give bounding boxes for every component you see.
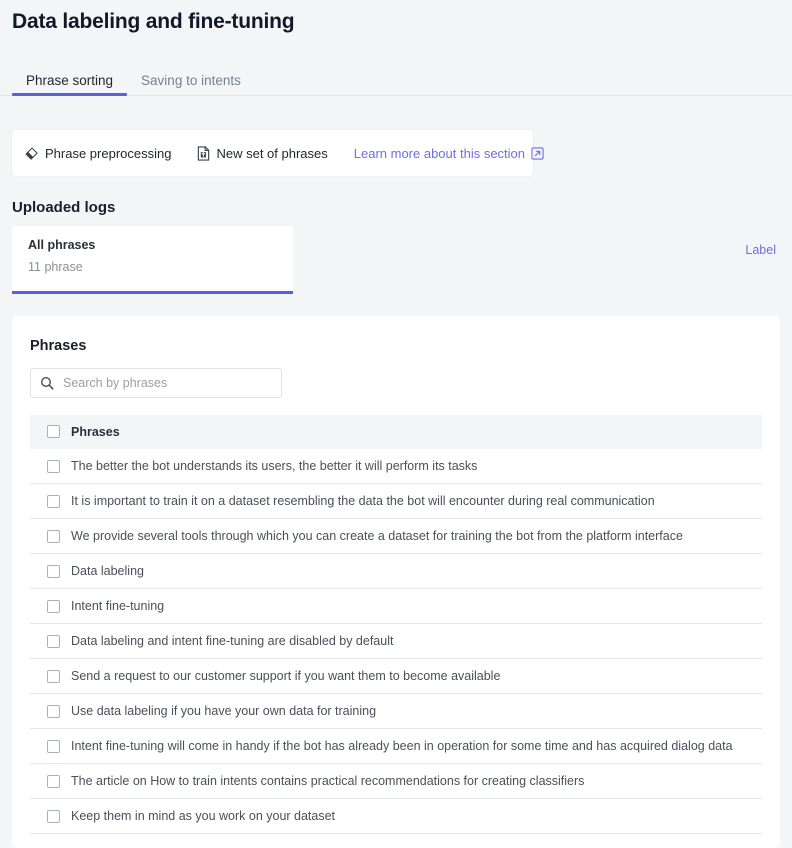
row-checkbox[interactable] — [47, 599, 60, 613]
actions-toolbar: Phrase preprocessing New set of phrases … — [12, 130, 544, 176]
phrase-text: We provide several tools through which y… — [71, 529, 683, 543]
table-row[interactable]: Data labeling and intent fine-tuning are… — [30, 624, 762, 659]
app-root: Data labeling and fine-tuning Phrase sor… — [0, 0, 792, 848]
phrase-text: Data labeling — [71, 564, 144, 578]
row-checkbox[interactable] — [47, 739, 60, 753]
table-row[interactable]: Intent fine-tuning will come in handy if… — [30, 729, 762, 764]
row-checkbox[interactable] — [47, 809, 60, 823]
log-card-count: 11 phrase — [28, 260, 83, 274]
row-checkbox[interactable] — [47, 459, 60, 473]
row-checkbox[interactable] — [47, 669, 60, 683]
phrase-text: Data labeling and intent fine-tuning are… — [71, 634, 394, 648]
phrase-preprocessing-button[interactable]: Phrase preprocessing — [24, 146, 171, 161]
table-row[interactable]: It is important to train it on a dataset… — [30, 484, 762, 519]
row-checkbox[interactable] — [47, 529, 60, 543]
table-row[interactable]: Data labeling — [30, 554, 762, 589]
search-icon — [40, 376, 54, 390]
table-header-row: Phrases — [30, 415, 762, 449]
uploaded-log-card[interactable]: All phrases 11 phrase — [12, 226, 293, 294]
phrases-table: Phrases The better the bot understands i… — [30, 415, 762, 834]
eraser-icon — [24, 146, 39, 161]
phrase-preprocessing-label: Phrase preprocessing — [45, 145, 172, 161]
external-link-icon — [531, 146, 544, 160]
new-set-of-phrases-button[interactable]: New set of phrases — [197, 145, 328, 161]
column-header-phrases: Phrases — [71, 424, 120, 439]
log-card-name: All phrases — [28, 238, 96, 252]
log-card-label-action[interactable]: Label — [745, 243, 776, 257]
uploaded-logs-title: Uploaded logs — [12, 199, 116, 216]
table-row[interactable]: Send a request to our customer support i… — [30, 659, 762, 694]
row-checkbox[interactable] — [47, 774, 60, 788]
table-row[interactable]: The better the bot understands its users… — [30, 449, 762, 484]
table-row[interactable]: Use data labeling if you have your own d… — [30, 694, 762, 729]
search-container[interactable] — [30, 368, 282, 398]
search-input[interactable] — [61, 375, 281, 391]
table-row[interactable]: We provide several tools through which y… — [30, 519, 762, 554]
phrase-text: Use data labeling if you have your own d… — [71, 704, 377, 718]
new-set-of-phrases-label: New set of phrases — [216, 145, 328, 161]
learn-more-label: Learn more about this section — [353, 145, 526, 161]
learn-more-link[interactable]: Learn more about this section — [354, 146, 544, 161]
tab-bar: Phrase sorting Saving to intents — [0, 60, 792, 96]
phrase-text: It is important to train it on a dataset… — [71, 494, 655, 508]
tab-saving-to-intents[interactable]: Saving to intents — [127, 60, 255, 95]
phrase-text: Send a request to our customer support i… — [71, 669, 501, 683]
page-title: Data labeling and fine-tuning — [12, 10, 295, 33]
row-checkbox[interactable] — [47, 494, 60, 508]
row-checkbox[interactable] — [47, 704, 60, 718]
phrase-text: Keep them in mind as you work on your da… — [71, 809, 336, 823]
phrase-text: Intent fine-tuning will come in handy if… — [71, 739, 733, 753]
phrase-text: Intent fine-tuning — [71, 599, 165, 613]
phrase-text: The article on How to train intents cont… — [71, 774, 585, 788]
row-checkbox[interactable] — [47, 634, 60, 648]
phrase-text: The better the bot understands its users… — [71, 459, 478, 473]
file-upload-icon — [197, 145, 210, 161]
table-row[interactable]: Keep them in mind as you work on your da… — [30, 799, 762, 834]
select-all-checkbox[interactable] — [47, 425, 60, 438]
row-checkbox[interactable] — [47, 564, 60, 578]
table-row[interactable]: The article on How to train intents cont… — [30, 764, 762, 799]
table-row[interactable]: Intent fine-tuning — [30, 589, 762, 624]
tab-phrase-sorting[interactable]: Phrase sorting — [12, 60, 128, 96]
phrases-panel: Phrases Phrases The better the bot under… — [12, 316, 780, 848]
phrases-panel-title: Phrases — [30, 338, 87, 354]
